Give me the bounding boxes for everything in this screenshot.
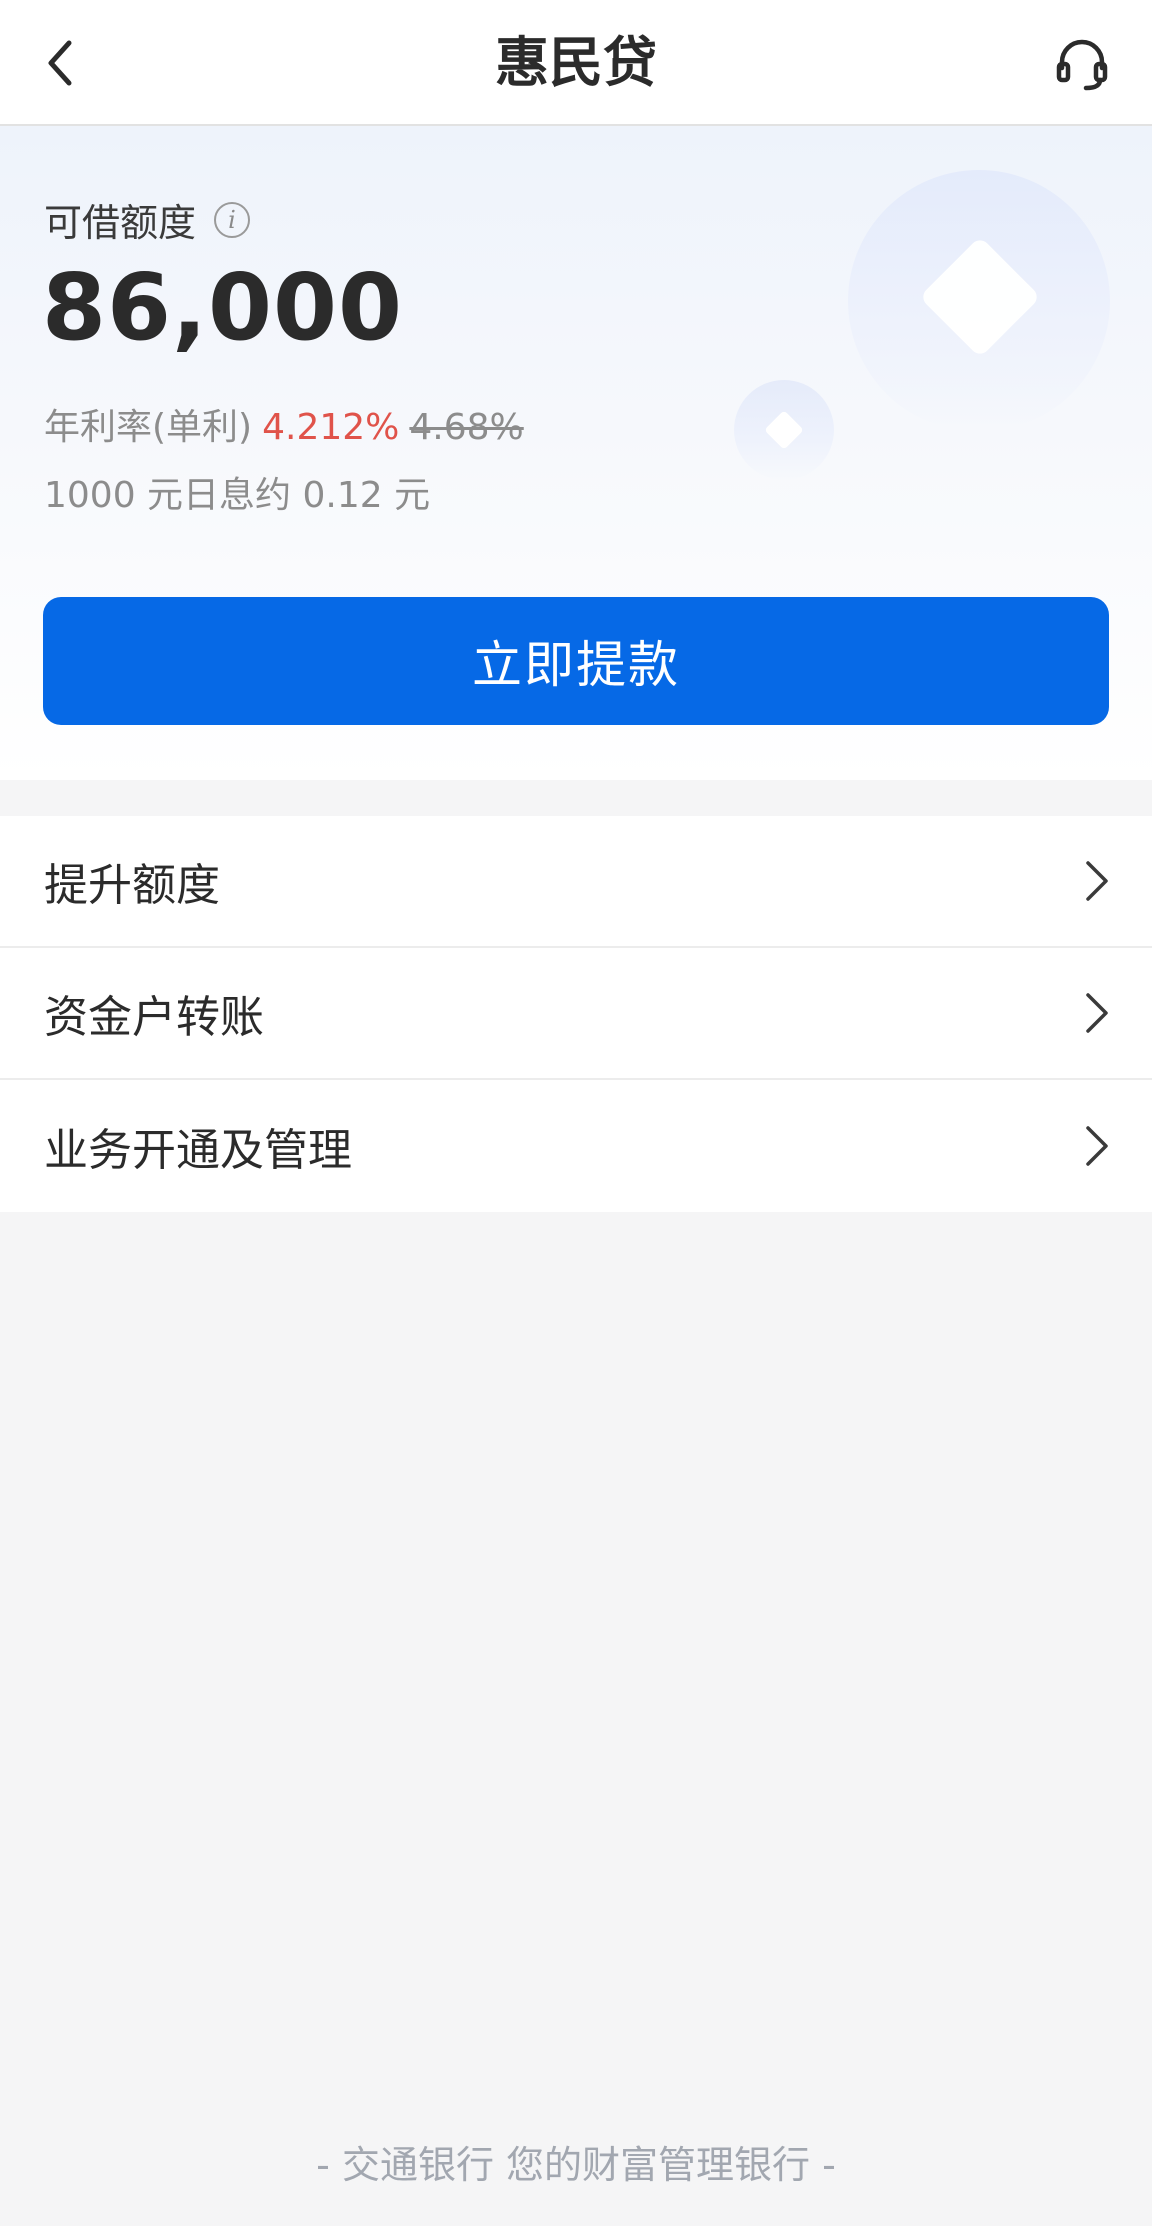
menu-item-label: 资金户转账 (44, 992, 264, 1043)
menu-item-fund-transfer[interactable]: 资金户转账 (0, 948, 1152, 1080)
loan-summary-card: 可借额度 i 86,000 年利率(单利) 4.212% 4.68% 1000 元日… (0, 126, 1152, 780)
withdraw-now-button[interactable]: 立即提款 (43, 597, 1109, 725)
annual-rate-current: 4.212% (262, 407, 400, 448)
service-menu: 提升额度 资金户转账 业务开通及管理 (0, 816, 1152, 1212)
available-limit-text: 可借额度 (44, 201, 197, 245)
available-limit-amount: 86,000 (42, 254, 404, 361)
headset-icon (1056, 39, 1108, 91)
daily-interest-text: 1000 元日息约 0.12 元 (44, 475, 431, 516)
menu-item-raise-limit[interactable]: 提升额度 (0, 816, 1152, 948)
menu-item-label: 提升额度 (44, 860, 220, 911)
bank-slogan-footer: - 交通银行 您的财富管理银行 - (316, 2143, 836, 2187)
top-nav-bar: 惠民贷 (0, 0, 1152, 126)
menu-item-label: 业务开通及管理 (44, 1125, 352, 1176)
customer-service-button[interactable] (1052, 34, 1112, 94)
chevron-right-icon (1086, 861, 1108, 901)
annual-rate-label: 年利率(单利) (44, 407, 253, 448)
chevron-right-icon (1086, 1126, 1108, 1166)
info-icon[interactable]: i (214, 201, 251, 238)
annual-rate-line: 年利率(单利) 4.212% 4.68% (44, 398, 524, 450)
page-title: 惠民贷 (495, 31, 657, 94)
annual-rate-original: 4.68% (409, 407, 524, 448)
chevron-right-icon (1086, 993, 1108, 1033)
menu-item-service-management[interactable]: 业务开通及管理 (0, 1080, 1152, 1212)
available-limit-label: 可借额度 i (44, 192, 251, 247)
